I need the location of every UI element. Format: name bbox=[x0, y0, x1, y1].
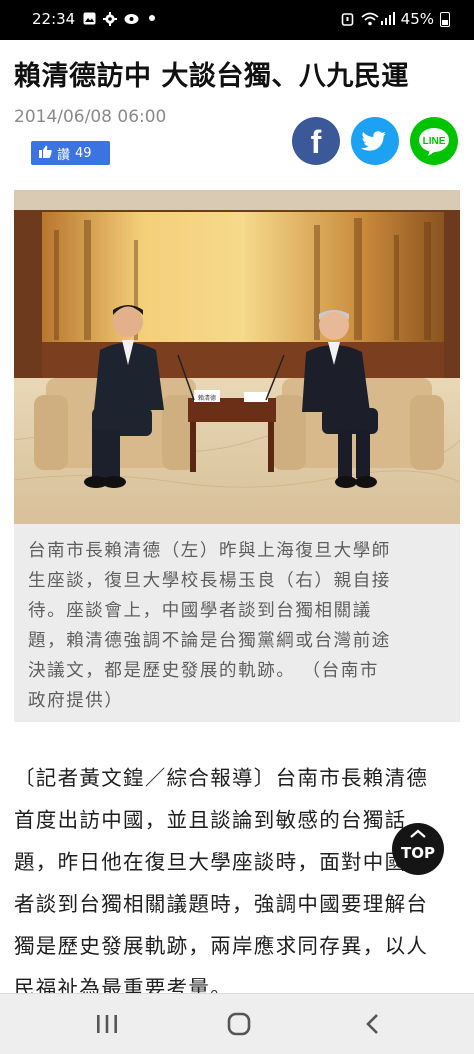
scroll-to-top-button[interactable]: TOP bbox=[392, 823, 444, 875]
photo-caption: 台南市長賴清德（左）昨與上海復旦大學師 生座談，復旦大學校長楊玉良（右）親自接 … bbox=[14, 524, 460, 722]
like-label: 讚 bbox=[57, 147, 71, 163]
signal-icon bbox=[380, 12, 395, 26]
top-label: TOP bbox=[401, 844, 435, 862]
photo-placard: 賴清德 bbox=[198, 394, 216, 402]
line-share-button[interactable]: LINE bbox=[410, 117, 458, 165]
clock: 22:34 bbox=[32, 10, 76, 28]
caption-line: 政府提供） bbox=[28, 691, 124, 711]
article-photo: 賴清德 bbox=[14, 190, 460, 524]
alarm-icon bbox=[341, 12, 355, 26]
battery-icon bbox=[440, 11, 450, 27]
article-headline: 賴清德訪中 大談台獨、八九民運 bbox=[14, 61, 409, 92]
back-chevron-icon bbox=[366, 1014, 378, 1034]
recent-apps-button[interactable] bbox=[92, 1010, 122, 1038]
cloud-icon bbox=[124, 12, 139, 26]
facebook-glyph: f bbox=[311, 124, 322, 160]
dot-icon bbox=[145, 12, 159, 26]
chevron-up-icon bbox=[410, 829, 426, 838]
caption-line: 台南市長賴清德（左）昨與上海復旦大學師 bbox=[28, 541, 391, 561]
twitter-share-button[interactable] bbox=[351, 117, 399, 165]
caption-line: 待。座談會上，中國學者談到台獨相關議 bbox=[28, 601, 372, 621]
gear-icon bbox=[103, 12, 118, 26]
caption-line: 題，賴清德強調不論是台獨黨綱或台灣前途 bbox=[28, 631, 391, 651]
caption-line: 決議文，都是歷史發展的軌跡。 （台南市 bbox=[28, 661, 379, 681]
line-icon: LINE bbox=[419, 128, 449, 156]
image-icon bbox=[82, 12, 96, 26]
system-navigation-bar bbox=[0, 993, 474, 1054]
home-icon bbox=[227, 1012, 251, 1036]
like-count: 49 bbox=[75, 145, 92, 161]
facebook-share-button[interactable]: f bbox=[292, 117, 340, 165]
back-button[interactable] bbox=[358, 1010, 388, 1038]
thumbs-up-icon bbox=[39, 145, 52, 162]
like-button[interactable]: 讚 49 bbox=[31, 141, 110, 165]
twitter-bird-icon bbox=[361, 131, 386, 151]
recent-apps-icon bbox=[97, 1015, 117, 1033]
facebook-icon: f bbox=[311, 124, 322, 160]
body-line: 獨是歷史發展軌跡，兩岸應求同存異，以人 bbox=[14, 934, 429, 958]
body-line: 者談到台獨相關議題時，強調中國要理解台 bbox=[14, 892, 429, 916]
article-body: 〔記者黃文鍠／綜合報導〕台南市長賴清德 首度出訪中國，並且談論到敏感的台獨話 題… bbox=[14, 757, 462, 1009]
status-bar: 22:34 45% bbox=[0, 0, 474, 40]
home-button[interactable] bbox=[224, 1010, 254, 1038]
status-left: 22:34 bbox=[32, 10, 159, 28]
line-label: LINE bbox=[423, 136, 446, 147]
wifi-icon bbox=[361, 12, 379, 26]
publish-date: 2014/06/08 06:00 bbox=[14, 107, 167, 127]
battery-percent: 45% bbox=[400, 10, 434, 28]
body-line: 〔記者黃文鍠／綜合報導〕台南市長賴清德 bbox=[14, 766, 429, 790]
caption-line: 生座談，復旦大學校長楊玉良（右）親自接 bbox=[28, 571, 391, 591]
status-right: 45% bbox=[341, 10, 450, 28]
